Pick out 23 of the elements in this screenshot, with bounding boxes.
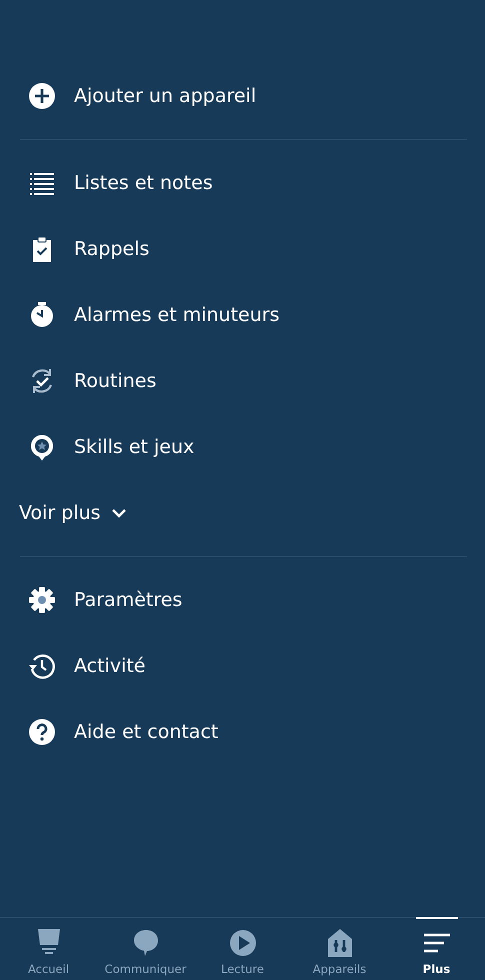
nav-tab[interactable]: Plus [388,918,485,980]
menu-item[interactable]: Routines [0,348,485,414]
menu-item[interactable]: Aide et contact [0,699,485,765]
nav-tab[interactable]: Accueil [0,918,97,980]
chevron-down-icon [110,508,127,518]
menu-item[interactable]: Skills et jeux [0,414,485,480]
menu-item[interactable]: Listes et notes [0,150,485,216]
help-icon [28,718,56,746]
plus-circle-icon [28,82,56,110]
nav-tab[interactable]: Appareils [291,918,388,980]
menu-item[interactable]: Alarmes et minuteurs [0,282,485,348]
play-icon [228,928,258,958]
settings-icon [28,586,56,614]
menu-item[interactable]: Rappels [0,216,485,282]
menu-item[interactable]: Paramètres [0,567,485,633]
see-more-link[interactable]: Voir plus [19,502,101,524]
star-bubble-icon [28,433,56,461]
history-icon [28,652,56,680]
nav-tab[interactable]: Lecture [194,918,291,980]
nav-tab[interactable]: Communiquer [97,918,194,980]
menu-item[interactable]: Ajouter un appareil [0,63,485,129]
alarm-clock-icon [28,301,56,329]
menu-item[interactable]: Activité [0,633,485,699]
